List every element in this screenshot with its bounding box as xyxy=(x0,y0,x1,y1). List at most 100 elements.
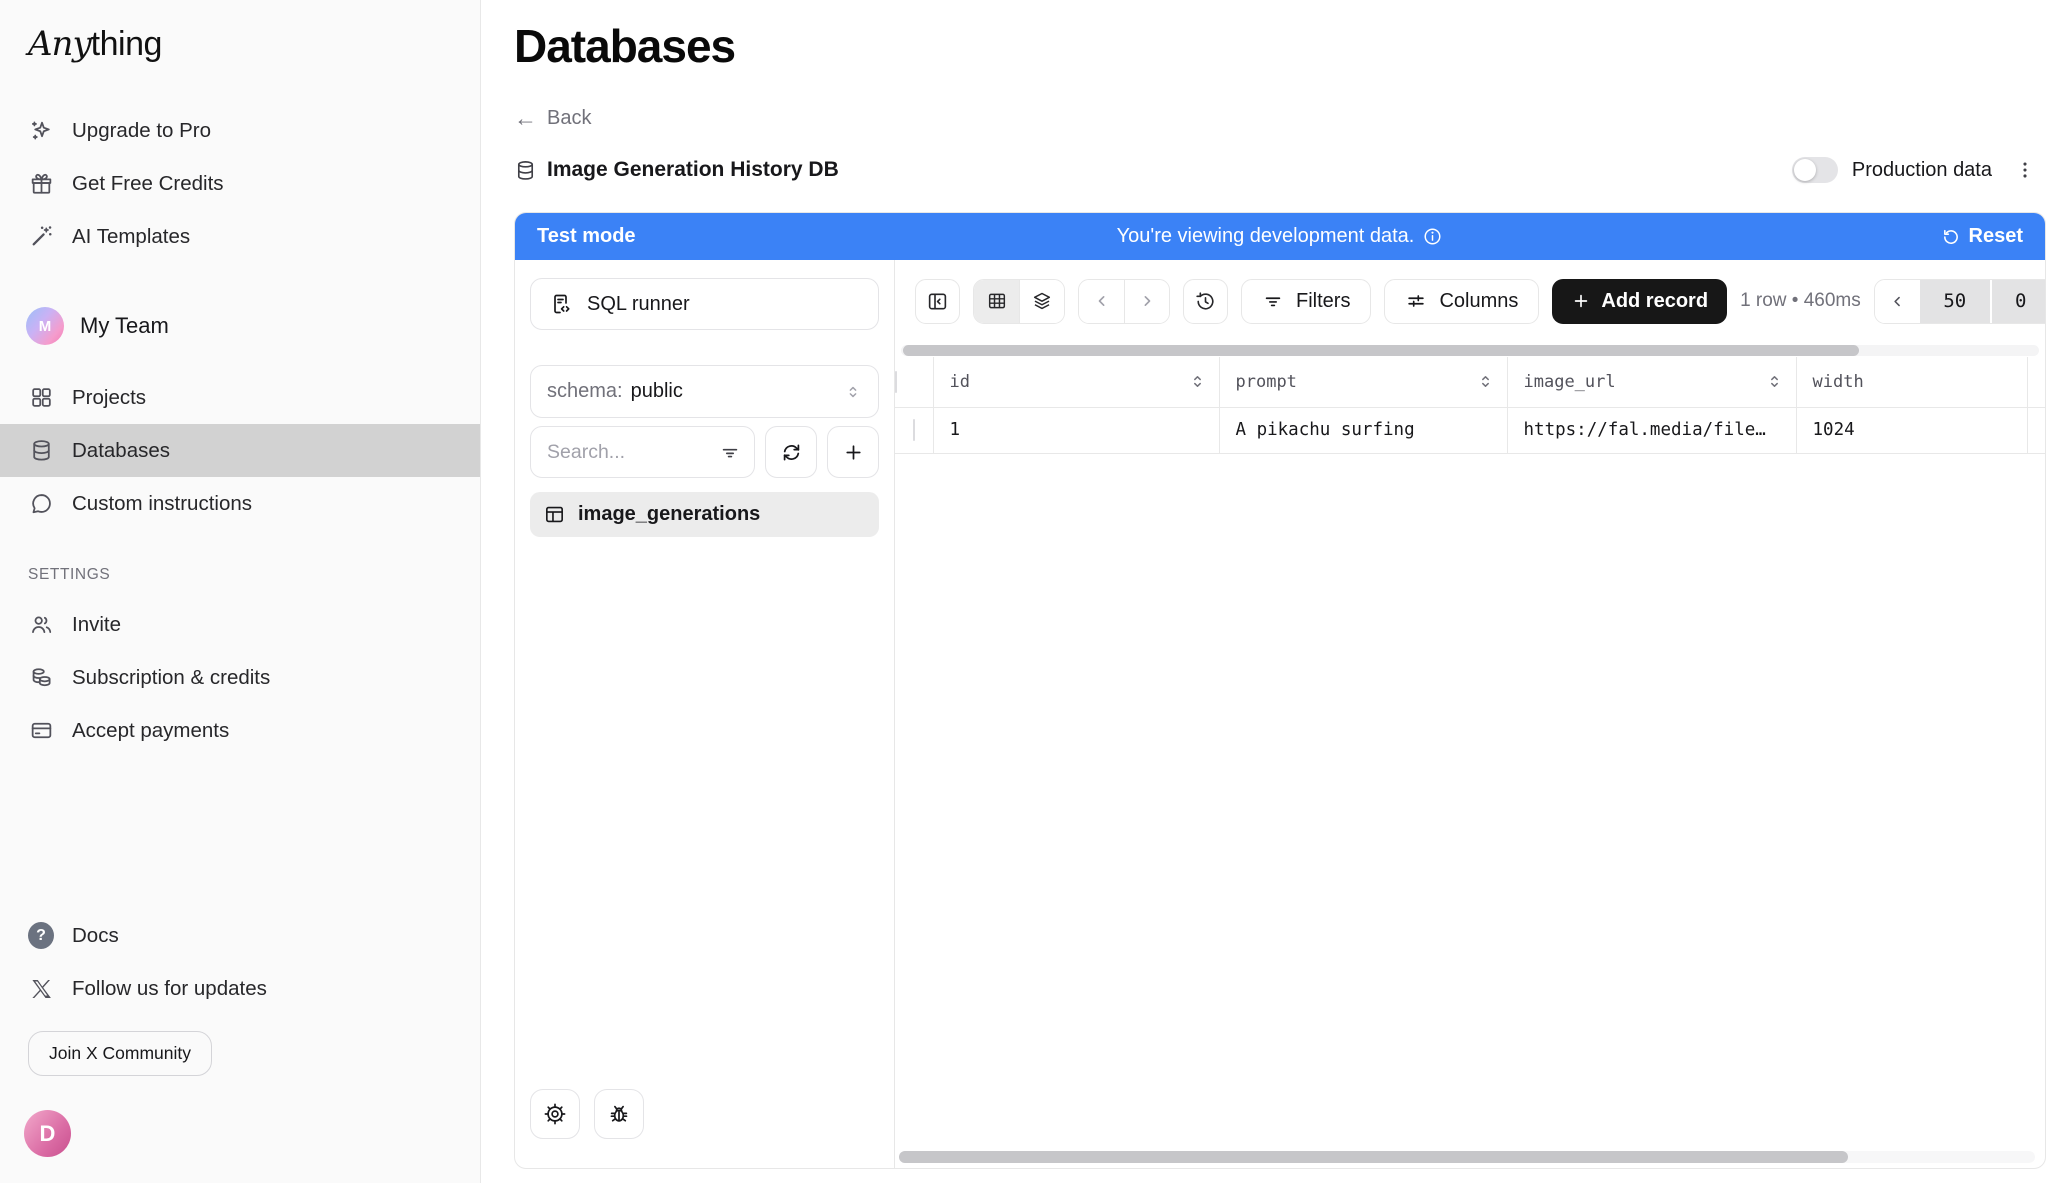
production-data-label: Production data xyxy=(1852,159,1992,182)
add-record-button[interactable]: Add record xyxy=(1552,279,1727,324)
filter-lines-icon[interactable] xyxy=(719,441,741,463)
sort-icon[interactable] xyxy=(1476,372,1495,391)
cell-image-url[interactable]: https://fal.media/file… xyxy=(1507,407,1796,453)
sidebar-item-label: Get Free Credits xyxy=(72,172,224,196)
undo-button[interactable] xyxy=(1079,280,1124,323)
sql-runner-label: SQL runner xyxy=(587,293,690,316)
scrollbar-thumb[interactable] xyxy=(899,1151,1848,1163)
select-all-cell xyxy=(895,357,933,407)
table-toolbar: Filters Columns Add record 1 row • 460ms xyxy=(895,278,2045,324)
debug-button[interactable] xyxy=(594,1089,644,1139)
sidebar-item-custom-instructions[interactable]: Custom instructions xyxy=(0,477,480,530)
sidebar-item-accept-payments[interactable]: Accept payments xyxy=(0,704,480,757)
sliders-icon xyxy=(1405,290,1427,312)
sort-icon[interactable] xyxy=(1765,372,1784,391)
horizontal-scrollbar-bottom xyxy=(899,1151,2035,1163)
kebab-menu-icon[interactable] xyxy=(2014,159,2036,181)
settings-button[interactable] xyxy=(530,1089,580,1139)
team-switcher[interactable]: M My Team xyxy=(0,307,480,345)
database-icon xyxy=(514,159,537,182)
add-table-button[interactable] xyxy=(827,426,879,478)
page-title: Databases xyxy=(514,20,2046,72)
columns-button[interactable]: Columns xyxy=(1384,279,1539,324)
chat-icon xyxy=(28,491,54,517)
sidebar-item-label: Accept payments xyxy=(72,719,229,743)
scrollbar-thumb[interactable] xyxy=(903,345,1859,356)
schema-select[interactable]: schema: public xyxy=(530,365,879,418)
sidebar-item-databases[interactable]: Databases xyxy=(0,424,480,477)
records-table: id prompt image_url xyxy=(895,357,2045,454)
user-avatar[interactable]: D xyxy=(24,1110,71,1157)
sidebar-item-label: Databases xyxy=(72,439,170,463)
history-button[interactable] xyxy=(1183,279,1228,324)
sidebar-item-invite[interactable]: Invite xyxy=(0,598,480,651)
sidebar-item-docs[interactable]: ? Docs xyxy=(0,909,480,962)
info-icon[interactable] xyxy=(1422,226,1443,247)
chevron-right-icon xyxy=(1137,291,1157,311)
column-header-prompt[interactable]: prompt xyxy=(1219,357,1507,407)
column-header-id[interactable]: id xyxy=(933,357,1219,407)
collapse-panel-button[interactable] xyxy=(915,279,960,324)
filter-lines-icon xyxy=(1262,290,1284,312)
wand-icon xyxy=(28,224,54,250)
page-offset-value[interactable]: 0 xyxy=(1990,280,2046,323)
production-data-toggle[interactable] xyxy=(1792,157,1838,183)
database-name-label: Image Generation History DB xyxy=(547,158,839,182)
table-list-item-image-generations[interactable]: image_generations xyxy=(530,492,879,537)
sidebar-item-ai-templates[interactable]: AI Templates xyxy=(0,210,480,263)
column-header-image-url[interactable]: image_url xyxy=(1507,357,1796,407)
app-logo: Anything xyxy=(0,24,480,64)
chevron-left-icon xyxy=(1092,291,1112,311)
join-x-community-button[interactable]: Join X Community xyxy=(28,1031,212,1076)
select-all-checkbox[interactable] xyxy=(895,371,897,393)
table-name-label: image_generations xyxy=(578,503,760,526)
refresh-icon xyxy=(780,441,803,464)
cell-prompt[interactable]: A pikachu surfing xyxy=(1219,407,1507,453)
layers-icon xyxy=(1031,290,1053,312)
table-row[interactable]: 1 A pikachu surfing https://fal.media/fi… xyxy=(895,407,2045,453)
row-select-cell xyxy=(895,407,933,453)
plus-icon xyxy=(842,441,865,464)
column-label: prompt xyxy=(1236,372,1297,392)
sidebar-item-upgrade-to-pro[interactable]: Upgrade to Pro xyxy=(0,104,480,157)
redo-button[interactable] xyxy=(1124,280,1169,323)
filters-button[interactable]: Filters xyxy=(1241,279,1371,324)
refresh-tables-button[interactable] xyxy=(765,426,817,478)
explorer-tools xyxy=(530,1089,879,1139)
column-header-width[interactable]: width xyxy=(1796,357,2027,407)
prev-page-button[interactable] xyxy=(1875,280,1920,323)
users-icon xyxy=(28,612,54,638)
sparkles-icon xyxy=(28,118,54,144)
add-record-label: Add record xyxy=(1601,290,1708,313)
back-link[interactable]: ← Back xyxy=(514,104,591,132)
sort-icon[interactable] xyxy=(1188,372,1207,391)
sidebar-item-label: Subscription & credits xyxy=(72,666,270,690)
cell-id[interactable]: 1 xyxy=(933,407,1219,453)
back-arrow-icon: ← xyxy=(514,105,537,132)
row-checkbox[interactable] xyxy=(913,419,915,441)
test-mode-label: Test mode xyxy=(537,225,1117,248)
settings-heading: SETTINGS xyxy=(0,566,480,584)
sql-runner-button[interactable]: SQL runner xyxy=(530,278,879,330)
cell-width[interactable]: 1024 xyxy=(1796,407,2027,453)
sidebar-item-label: Follow us for updates xyxy=(72,977,267,1001)
columns-label: Columns xyxy=(1439,290,1518,313)
grid-view-button[interactable] xyxy=(974,280,1019,323)
team-name: My Team xyxy=(80,313,169,339)
sidebar-item-subscription-credits[interactable]: Subscription & credits xyxy=(0,651,480,704)
sidebar-item-projects[interactable]: Projects xyxy=(0,371,480,424)
question-icon: ? xyxy=(28,923,54,949)
database-header-row: Image Generation History DB Production d… xyxy=(514,150,2046,190)
column-label: image_url xyxy=(1524,372,1616,392)
reset-button[interactable]: Reset xyxy=(1941,225,2023,248)
horizontal-scrollbar-top xyxy=(901,345,2039,356)
page-size-value[interactable]: 50 xyxy=(1920,280,1990,323)
layers-view-button[interactable] xyxy=(1019,280,1064,323)
sql-file-icon xyxy=(549,292,573,316)
result-stats: 1 row • 460ms xyxy=(1740,290,1861,312)
header-row: id prompt image_url xyxy=(895,357,2045,407)
grid-icon xyxy=(28,385,54,411)
sidebar-item-get-free-credits[interactable]: Get Free Credits xyxy=(0,157,480,210)
credit-card-icon xyxy=(28,718,54,744)
sidebar-item-follow-updates[interactable]: Follow us for updates xyxy=(0,962,480,1015)
